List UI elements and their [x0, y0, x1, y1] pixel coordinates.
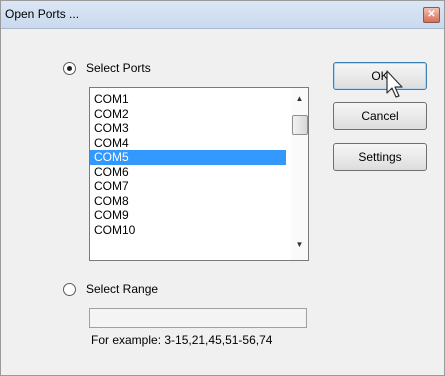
port-list-item[interactable]: COM6: [90, 165, 286, 180]
window-title: Open Ports ...: [5, 7, 80, 21]
settings-button[interactable]: Settings: [333, 143, 427, 171]
scroll-down-arrow-icon[interactable]: ▼: [291, 236, 308, 253]
mouse-pointer-icon: [386, 70, 403, 98]
select-ports-option[interactable]: Select Ports: [63, 61, 151, 75]
ok-button[interactable]: OK: [333, 62, 427, 90]
port-list-items: COM1 COM2 COM3 COM4 COM5 COM6 COM7 COM8 COM9 COM1…: [90, 92, 286, 237]
port-list-item[interactable]: COM3: [90, 121, 286, 136]
title-bar[interactable]: Open Ports ... ✕: [1, 1, 444, 29]
port-listbox[interactable]: COM1 COM2 COM3 COM4 COM5 COM6 COM7 COM8 COM9 COM1…: [89, 87, 309, 261]
port-list-item[interactable]: COM7: [90, 179, 286, 194]
cancel-button[interactable]: Cancel: [333, 102, 427, 130]
range-example-text: For example: 3-15,21,45,51-56,74: [91, 333, 273, 347]
close-icon[interactable]: ✕: [423, 7, 440, 23]
open-ports-dialog: Open Ports ... ✕ Select Ports COM1 COM2 CO…: [0, 0, 445, 376]
select-range-radio[interactable]: [63, 282, 76, 296]
port-list-item[interactable]: COM4: [90, 136, 286, 151]
select-ports-label: Select Ports: [86, 61, 151, 75]
port-list-item[interactable]: COM8: [90, 194, 286, 209]
scroll-thumb[interactable]: [292, 115, 308, 135]
port-list-item[interactable]: COM9: [90, 208, 286, 223]
range-input[interactable]: [89, 308, 307, 328]
select-ports-radio[interactable]: [63, 61, 76, 75]
select-range-option[interactable]: Select Range: [63, 282, 158, 296]
port-list-item[interactable]: COM1: [90, 92, 286, 107]
port-list-item[interactable]: COM2: [90, 107, 286, 122]
scroll-up-arrow-icon[interactable]: ▲: [291, 90, 308, 107]
vertical-scrollbar[interactable]: ▲ ▼: [291, 88, 308, 260]
port-list-item[interactable]: COM10: [90, 223, 286, 238]
select-range-label: Select Range: [86, 282, 159, 296]
port-list-item[interactable]: COM5: [90, 150, 286, 165]
